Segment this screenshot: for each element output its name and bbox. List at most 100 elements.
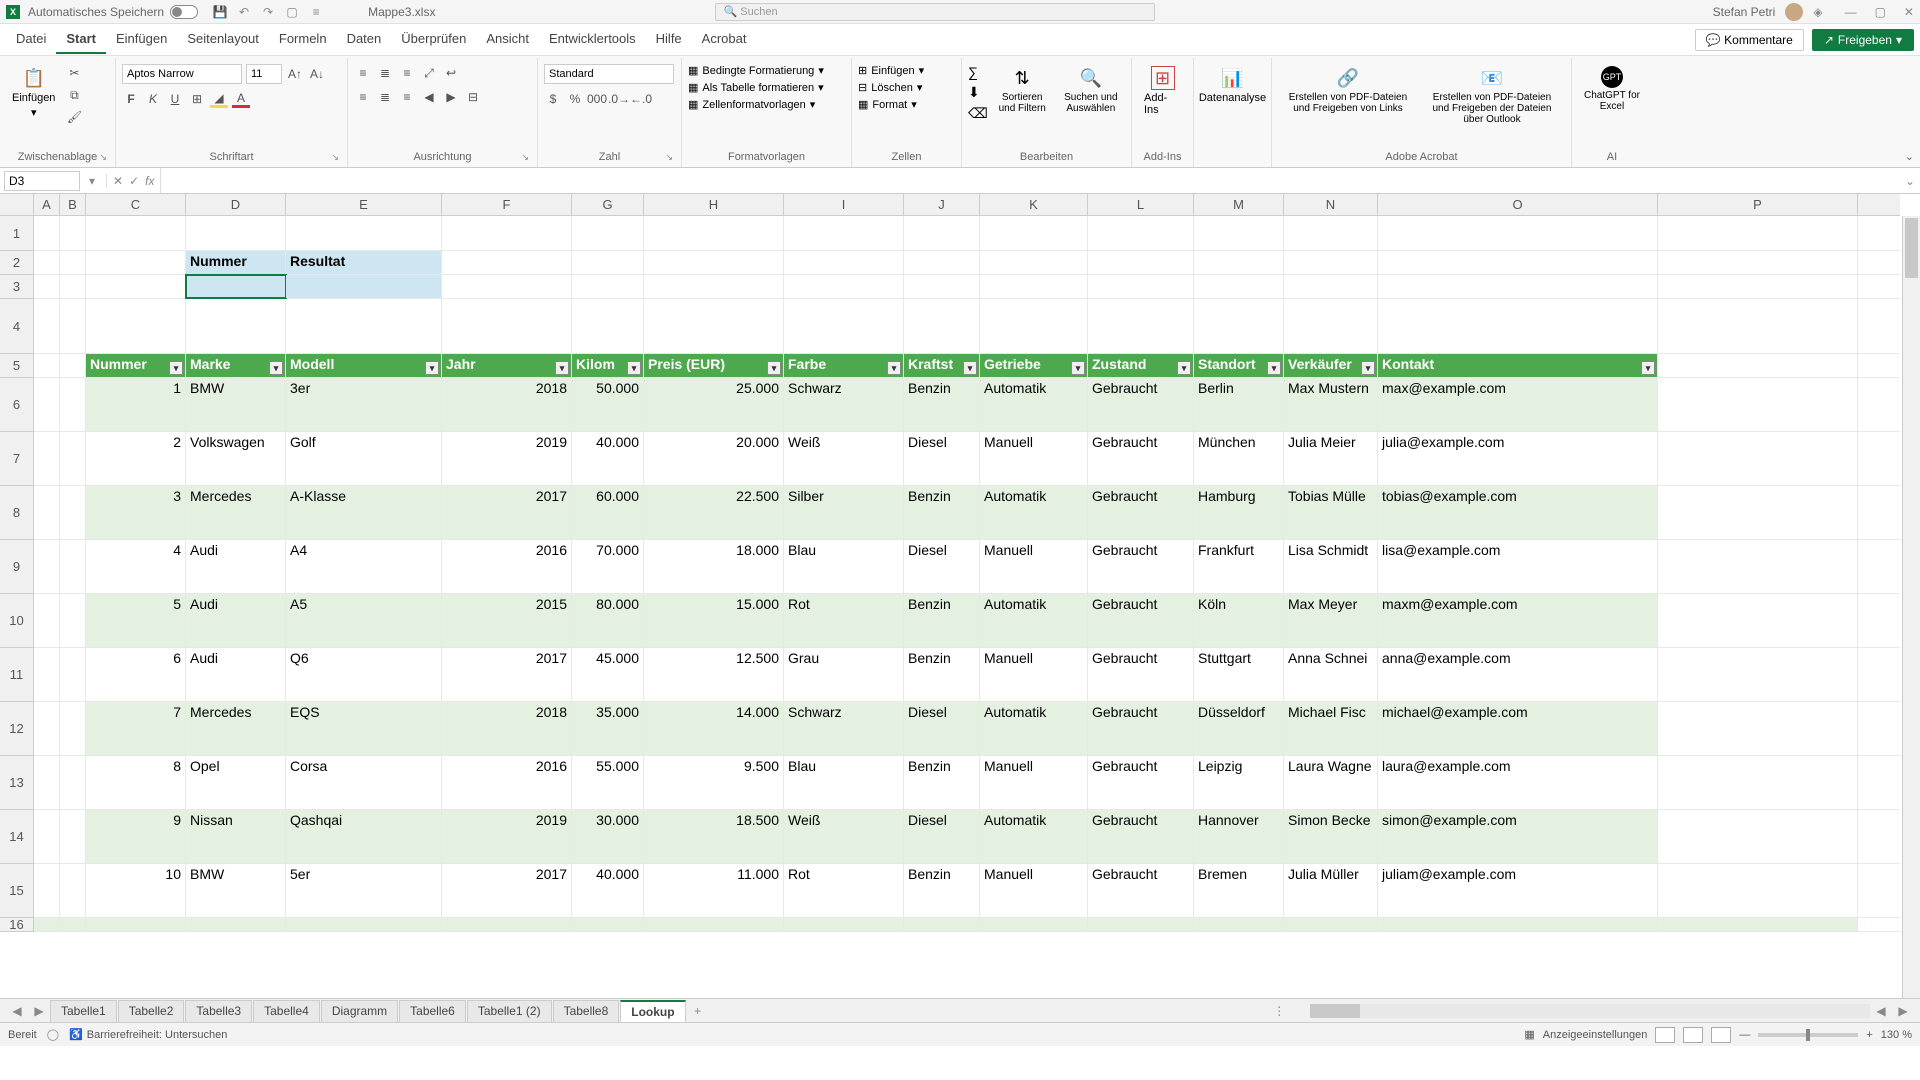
table-cell[interactable]: Benzin	[904, 864, 980, 917]
table-cell[interactable]: Julia Müller	[1284, 864, 1378, 917]
cell[interactable]	[1088, 251, 1194, 274]
sheet-nav-prev-icon[interactable]: ◀	[10, 1004, 24, 1018]
cell[interactable]	[60, 756, 86, 809]
cell[interactable]	[572, 918, 644, 931]
cell[interactable]	[1194, 299, 1284, 353]
row-header-13[interactable]: 13	[0, 756, 33, 810]
col-header-D[interactable]: D	[186, 194, 286, 215]
zoom-level[interactable]: 130 %	[1881, 1029, 1912, 1041]
cell[interactable]	[286, 918, 442, 931]
cell[interactable]	[644, 216, 784, 250]
cell[interactable]	[34, 354, 60, 377]
page-layout-view-icon[interactable]	[1683, 1027, 1703, 1043]
table-cell[interactable]: Rot	[784, 864, 904, 917]
table-cell[interactable]: Qashqai	[286, 810, 442, 863]
table-header[interactable]: Standort▾	[1194, 354, 1284, 377]
cell[interactable]	[34, 216, 60, 250]
cell[interactable]	[980, 299, 1088, 353]
table-cell[interactable]: Lisa Schmidt	[1284, 540, 1378, 593]
cell[interactable]	[34, 648, 60, 701]
active-cell[interactable]	[186, 275, 286, 298]
cell[interactable]	[980, 918, 1088, 931]
table-header[interactable]: Kraftst▾	[904, 354, 980, 377]
clear-icon[interactable]: ⌫	[968, 105, 988, 122]
conditional-format-button[interactable]: ▦Bedingte Formatierung▾	[688, 64, 824, 77]
table-cell[interactable]: 10	[86, 864, 186, 917]
scrollbar-thumb[interactable]	[1905, 218, 1918, 278]
cell[interactable]	[60, 648, 86, 701]
cell[interactable]	[1658, 864, 1858, 917]
sheet-tab[interactable]: Tabelle3	[185, 1000, 252, 1022]
cell[interactable]	[1088, 216, 1194, 250]
insert-cells-button[interactable]: ⊞Einfügen▾	[858, 64, 924, 77]
maximize-icon[interactable]: ▢	[1875, 5, 1886, 19]
cell[interactable]	[1658, 354, 1858, 377]
name-box-dropdown-icon[interactable]: ▾	[84, 174, 100, 188]
row-header-11[interactable]: 11	[0, 648, 33, 702]
cell[interactable]	[442, 275, 572, 298]
cell[interactable]	[1658, 810, 1858, 863]
formula-input[interactable]	[160, 168, 1900, 193]
cell[interactable]	[60, 594, 86, 647]
cell[interactable]	[34, 275, 60, 298]
table-cell[interactable]: Nissan	[186, 810, 286, 863]
cell[interactable]	[572, 299, 644, 353]
row-header-5[interactable]: 5	[0, 354, 33, 378]
kommentare-button[interactable]: 💬 Kommentare	[1695, 29, 1804, 51]
font-name-combo[interactable]: Aptos Narrow	[122, 64, 242, 84]
table-cell[interactable]: 5	[86, 594, 186, 647]
currency-icon[interactable]: $	[544, 90, 562, 108]
cell[interactable]	[644, 918, 784, 931]
table-cell[interactable]: Diesel	[904, 702, 980, 755]
row-header-10[interactable]: 10	[0, 594, 33, 648]
table-cell[interactable]: Benzin	[904, 378, 980, 431]
table-cell[interactable]: 4	[86, 540, 186, 593]
cell[interactable]	[34, 251, 60, 274]
cell[interactable]	[784, 299, 904, 353]
cell[interactable]	[980, 251, 1088, 274]
table-cell[interactable]: Köln	[1194, 594, 1284, 647]
wrap-text-icon[interactable]: ↩	[442, 64, 460, 82]
table-cell[interactable]: 2017	[442, 648, 572, 701]
col-header-F[interactable]: F	[442, 194, 572, 215]
table-header[interactable]: Kontakt▾	[1378, 354, 1658, 377]
delete-cells-button[interactable]: ⊟Löschen▾	[858, 81, 922, 94]
table-cell[interactable]: Weiß	[784, 810, 904, 863]
table-cell[interactable]: michael@example.com	[1378, 702, 1658, 755]
sheet-nav-next-icon[interactable]: ▶	[32, 1004, 46, 1018]
table-cell[interactable]: Benzin	[904, 486, 980, 539]
format-as-table-button[interactable]: ▦Als Tabelle formatieren▾	[688, 81, 824, 94]
table-header[interactable]: Marke▾	[186, 354, 286, 377]
table-cell[interactable]: 18.500	[644, 810, 784, 863]
menu-tab-seitenlayout[interactable]: Seitenlayout	[177, 25, 269, 54]
table-cell[interactable]: 5er	[286, 864, 442, 917]
cell[interactable]	[1284, 251, 1378, 274]
table-cell[interactable]: Manuell	[980, 648, 1088, 701]
cell[interactable]	[572, 275, 644, 298]
cell[interactable]	[1194, 216, 1284, 250]
search-input[interactable]: 🔍 Suchen	[715, 3, 1155, 21]
table-cell[interactable]: 2017	[442, 486, 572, 539]
col-header-H[interactable]: H	[644, 194, 784, 215]
table-cell[interactable]: 2017	[442, 864, 572, 917]
table-header[interactable]: Farbe▾	[784, 354, 904, 377]
avatar-icon[interactable]	[1785, 3, 1803, 21]
table-cell[interactable]: Audi	[186, 540, 286, 593]
table-header[interactable]: Nummer▾	[86, 354, 186, 377]
cell[interactable]	[1088, 918, 1194, 931]
italic-icon[interactable]: K	[144, 90, 162, 108]
cell[interactable]	[34, 810, 60, 863]
menu-tab-datei[interactable]: Datei	[6, 25, 56, 54]
table-header[interactable]: Getriebe▾	[980, 354, 1088, 377]
cell[interactable]	[1284, 275, 1378, 298]
cell[interactable]	[980, 275, 1088, 298]
select-all-cell[interactable]	[0, 194, 34, 216]
table-cell[interactable]: Rot	[784, 594, 904, 647]
table-cell[interactable]: Audi	[186, 594, 286, 647]
align-right-icon[interactable]: ≡	[398, 88, 416, 106]
cell[interactable]: Resultat	[286, 251, 442, 274]
increase-font-icon[interactable]: A↑	[286, 65, 304, 83]
table-cell[interactable]: 2016	[442, 756, 572, 809]
menu-tab-entwicklertools[interactable]: Entwicklertools	[539, 25, 646, 54]
cell[interactable]	[904, 216, 980, 250]
